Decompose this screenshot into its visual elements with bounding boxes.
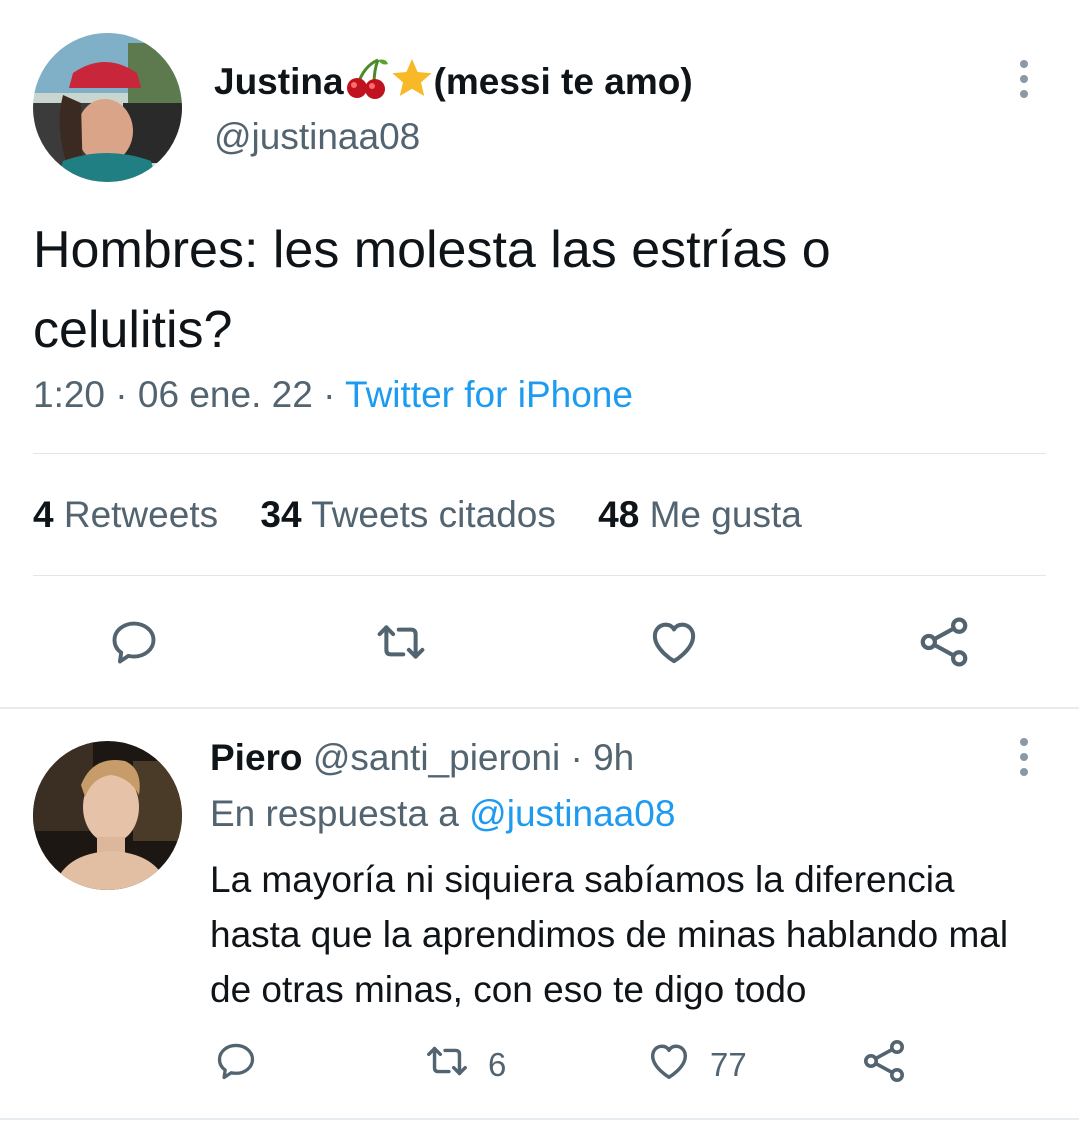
display-name[interactable]: Piero (210, 737, 303, 778)
retweets-count: 4 (33, 494, 54, 535)
like-count: 77 (710, 1046, 747, 1083)
quotes-count: 34 (260, 494, 302, 535)
reply-header: Piero @santi_pieroni · 9h (210, 737, 634, 779)
tweet-time[interactable]: 9h (593, 737, 634, 778)
avatar-photo (33, 741, 182, 890)
reply-icon (214, 1039, 258, 1091)
meta-separator: · (570, 737, 583, 778)
like-button[interactable]: 77 (646, 1040, 747, 1090)
like-icon[interactable] (644, 612, 704, 672)
like-icon (646, 1038, 692, 1092)
quotes-label: Tweets citados (311, 494, 556, 535)
avatar[interactable] (33, 741, 182, 890)
retweets-stat[interactable]: 4 Retweets (33, 494, 218, 536)
tweet-meta: 1:20 · 06 ene. 22 · Twitter for iPhone (33, 374, 633, 416)
divider (33, 575, 1046, 576)
display-name[interactable]: Justina (messi te amo) (214, 56, 693, 109)
tweet-stats: 4 Retweets 34 Tweets citados 48 Me gusta (33, 494, 834, 536)
share-icon (860, 1037, 908, 1093)
divider (33, 453, 1046, 454)
retweet-count: 6 (488, 1046, 507, 1083)
display-name-suffix: (messi te amo) (433, 61, 693, 102)
divider (0, 707, 1079, 709)
likes-label: Me gusta (649, 494, 802, 535)
reply-context: En respuesta a @justinaa08 (210, 793, 675, 835)
likes-count: 48 (598, 494, 640, 535)
likes-stat[interactable]: 48 Me gusta (598, 494, 802, 536)
share-icon[interactable] (914, 612, 974, 672)
reply-mention-link[interactable]: @justinaa08 (469, 793, 675, 834)
retweets-label: Retweets (63, 494, 219, 535)
star-emoji (390, 56, 434, 109)
avatar-photo (33, 33, 182, 182)
tweet-text: La mayoría ni siquiera sabíamos la difer… (210, 859, 1009, 1010)
retweet-button[interactable]: 6 (424, 1040, 506, 1090)
tweet-actions (0, 612, 1079, 672)
user-handle[interactable]: @justinaa08 (214, 116, 420, 158)
reply-prefix: En respuesta a (210, 793, 459, 834)
main-tweet: Justina (messi te amo) @justinaa08 Hombr… (0, 0, 1079, 707)
more-options-icon[interactable] (1009, 54, 1039, 104)
reply-icon[interactable] (104, 612, 164, 672)
cherries-emoji (344, 56, 390, 109)
display-name-text: Justina (214, 61, 344, 102)
tweet-date: 06 ene. 22 (137, 374, 313, 415)
meta-separator: · (115, 374, 128, 415)
quotes-stat[interactable]: 34 Tweets citados (260, 494, 556, 536)
meta-separator: · (323, 374, 336, 415)
share-button[interactable] (860, 1040, 908, 1090)
more-options-icon[interactable] (1009, 732, 1039, 782)
avatar[interactable] (33, 33, 182, 182)
tweet-time: 1:20 (33, 374, 106, 415)
tweet-text: Hombres: les molesta las estrías o celul… (33, 221, 831, 359)
tweet-source-link[interactable]: Twitter for iPhone (345, 374, 633, 415)
retweet-icon[interactable] (371, 612, 431, 672)
retweet-icon (424, 1038, 470, 1092)
reply-button[interactable] (214, 1040, 258, 1090)
user-handle[interactable]: @santi_pieroni (313, 737, 560, 778)
divider (0, 1118, 1079, 1120)
tweet-actions: 6 77 (0, 1040, 1079, 1090)
